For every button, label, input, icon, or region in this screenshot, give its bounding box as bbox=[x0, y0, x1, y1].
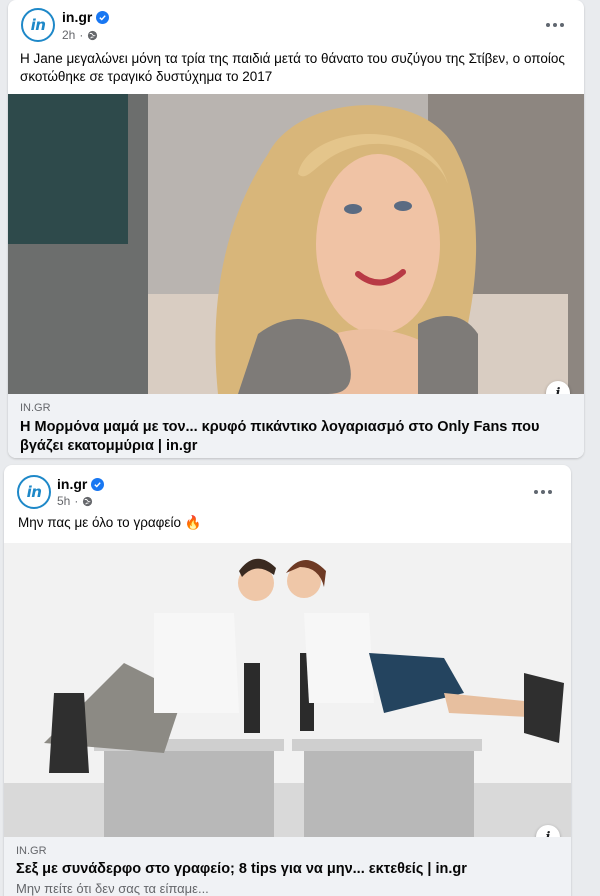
page-name[interactable]: in.gr bbox=[57, 476, 105, 492]
avatar-logo-text: in bbox=[26, 483, 42, 501]
more-dot bbox=[541, 490, 545, 494]
page-avatar[interactable]: in bbox=[21, 8, 55, 42]
post-header: in in.gr 2h · bbox=[8, 0, 584, 46]
more-dot bbox=[546, 23, 550, 27]
page-name-label[interactable]: in.gr bbox=[57, 476, 87, 492]
page-avatar[interactable]: in bbox=[17, 475, 51, 509]
link-title[interactable]: Σεξ με συνάδερφο στο γραφείο; 8 tips για… bbox=[16, 860, 556, 879]
avatar-logo-text: in bbox=[30, 16, 46, 34]
feed-post: in in.gr 5h · Μην πας με όλο το γραφείο … bbox=[4, 465, 571, 896]
more-options-icon[interactable] bbox=[529, 482, 557, 502]
verified-badge-icon bbox=[96, 10, 110, 24]
post-image[interactable]: i bbox=[4, 543, 571, 837]
post-header: in in.gr 5h · bbox=[4, 465, 571, 511]
post-photo-woman bbox=[8, 94, 584, 394]
link-preview[interactable]: IN.GR Η Μορμόνα μαμά με τον... κρυφό πικ… bbox=[8, 394, 584, 458]
page-name-label[interactable]: in.gr bbox=[62, 9, 92, 25]
post-meta: 5h · bbox=[57, 494, 93, 508]
meta-separator: · bbox=[74, 494, 79, 508]
more-dot bbox=[553, 23, 557, 27]
post-meta: 2h · bbox=[62, 28, 98, 42]
verified-badge-icon bbox=[91, 477, 105, 491]
more-dot bbox=[548, 490, 552, 494]
post-image[interactable]: i bbox=[8, 94, 584, 394]
post-photo-office bbox=[4, 543, 571, 837]
feed-post: in in.gr 2h · Η Jane μεγαλώνει μόνη τα τ… bbox=[8, 0, 584, 458]
page-name[interactable]: in.gr bbox=[62, 9, 110, 25]
link-title[interactable]: Η Μορμόνα μαμά με τον... κρυφό πικάντικο… bbox=[20, 418, 560, 456]
more-dot bbox=[560, 23, 564, 27]
post-timestamp[interactable]: 5h bbox=[57, 494, 70, 508]
more-dot bbox=[534, 490, 538, 494]
more-options-icon[interactable] bbox=[541, 15, 569, 35]
post-text: Η Jane μεγαλώνει μόνη τα τρία της παιδιά… bbox=[20, 51, 565, 84]
link-preview[interactable]: IN.GR Σεξ με συνάδερφο στο γραφείο; 8 ti… bbox=[4, 837, 571, 896]
globe-icon bbox=[88, 30, 98, 40]
globe-icon bbox=[83, 496, 93, 506]
meta-separator: · bbox=[79, 28, 84, 42]
link-domain: IN.GR bbox=[16, 845, 47, 857]
post-text: Μην πας με όλο το γραφείο 🔥 bbox=[18, 515, 202, 530]
news-feed: in in.gr 2h · Η Jane μεγαλώνει μόνη τα τ… bbox=[0, 0, 600, 896]
link-description: Μην πείτε ότι δεν σας τα είπαμε... bbox=[16, 881, 209, 896]
post-timestamp[interactable]: 2h bbox=[62, 28, 75, 42]
link-domain: IN.GR bbox=[20, 402, 51, 414]
